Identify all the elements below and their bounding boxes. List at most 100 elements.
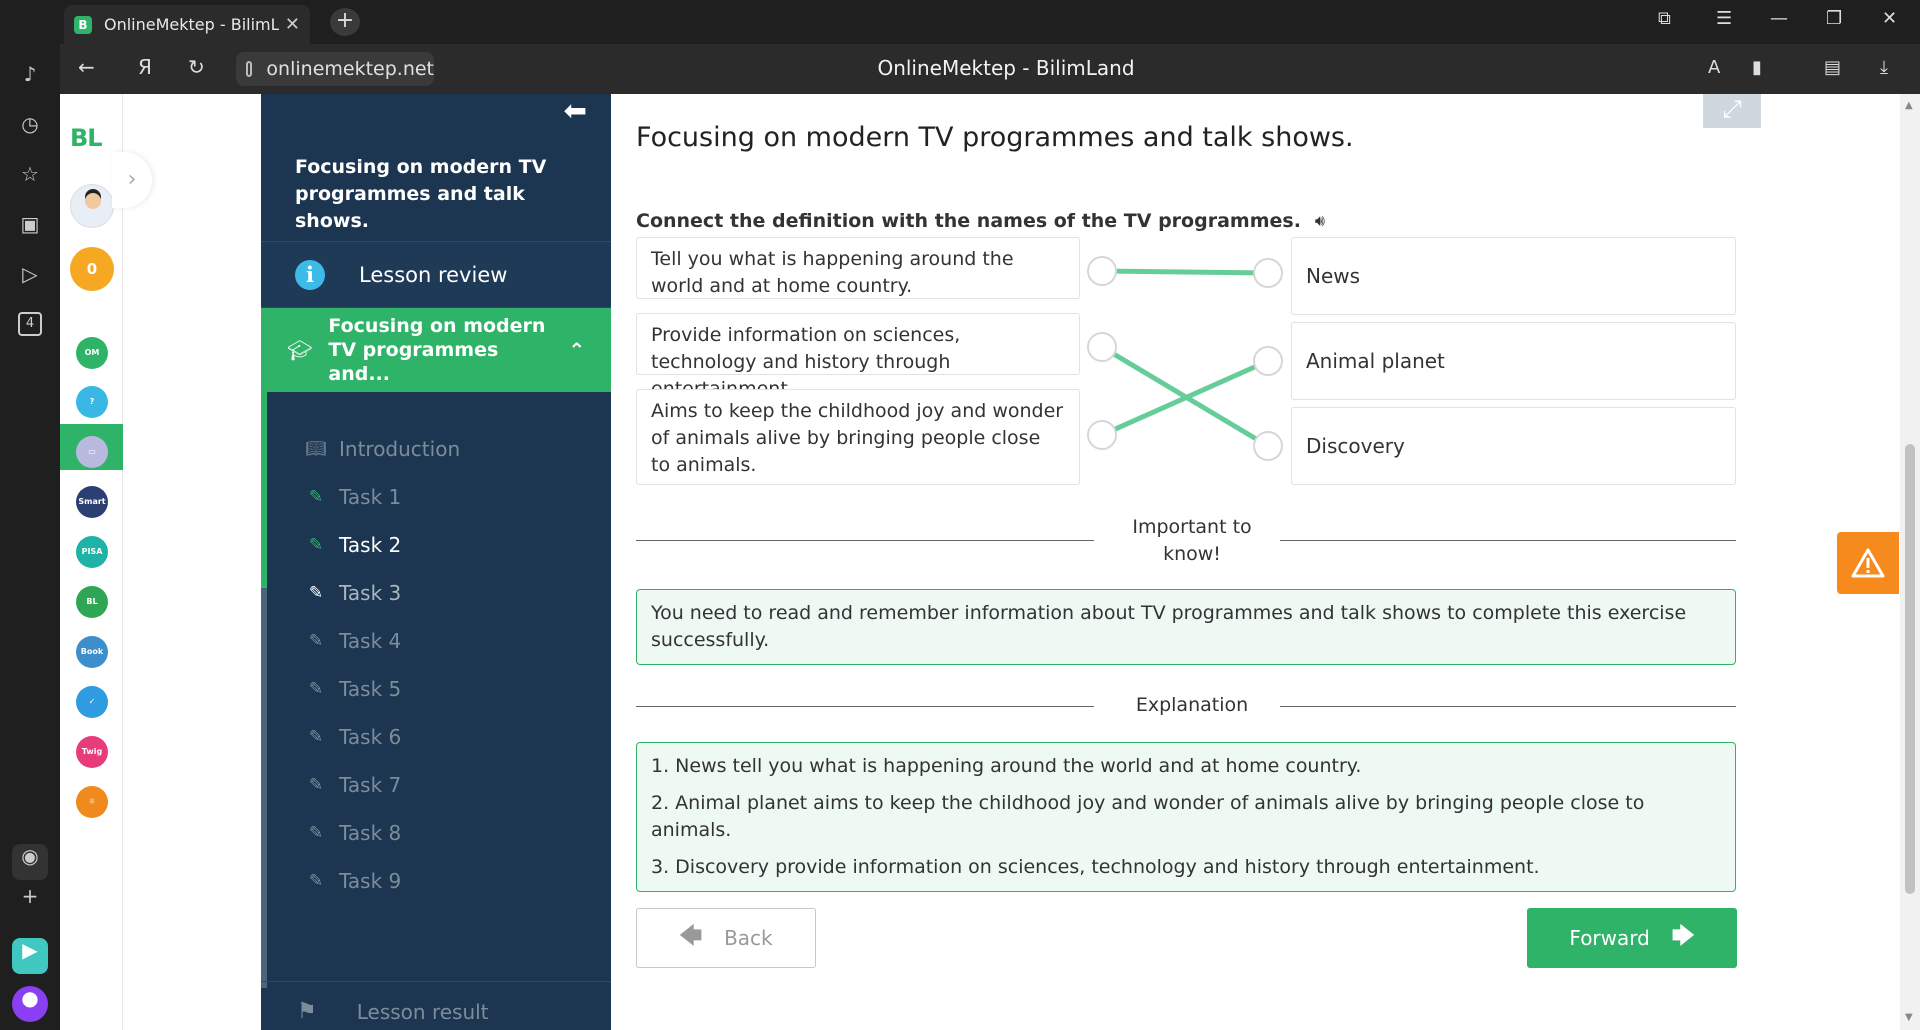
media-icon[interactable]: ▷: [18, 262, 42, 286]
right-connector-3[interactable]: [1253, 431, 1283, 461]
edit-icon: ✎: [308, 823, 324, 843]
collections-sidebar-icon[interactable]: ▣: [18, 212, 42, 236]
bilimbook-app-icon[interactable]: Book: [76, 636, 108, 668]
edit-icon: ✎: [308, 487, 324, 507]
mektep-app-icon[interactable]: ☼: [76, 786, 108, 818]
lesson-item-introduction[interactable]: 📖︎ Introduction: [305, 434, 460, 464]
lesson-item-task-3[interactable]: ✎ Task 3: [305, 578, 401, 608]
scroll-up-icon[interactable]: ▲: [1905, 100, 1913, 111]
close-window-icon[interactable]: ✕: [1882, 8, 1897, 29]
collections-icon[interactable]: ⧉: [1658, 8, 1671, 29]
lesson-item-label: Introduction: [339, 437, 461, 461]
scrollbar-thumb[interactable]: [1905, 444, 1915, 894]
tab-menu-icon[interactable]: ☰: [1716, 8, 1732, 29]
divider-line: [1280, 706, 1736, 707]
right-connector-1[interactable]: [1253, 258, 1283, 288]
favorites-icon[interactable]: ☆: [18, 162, 42, 186]
divider-line: [636, 706, 1094, 707]
explanation-line: 1. News tell you what is happening aroun…: [651, 755, 1362, 777]
reading-list-icon[interactable]: ▤: [1824, 57, 1841, 78]
match-line-3: [1099, 358, 1271, 438]
add-panel-icon[interactable]: +: [18, 884, 42, 908]
lesson-item-task-5[interactable]: ✎ Task 5: [305, 674, 401, 704]
bilimland-app-icon[interactable]: BL: [76, 586, 108, 618]
browser-tab[interactable]: B OnlineMektep - BilimLand ✕: [64, 5, 310, 44]
definition-card-3[interactable]: Aims to keep the childhood joy and wonde…: [636, 389, 1080, 485]
smart-nation-app-icon[interactable]: Smart: [76, 486, 108, 518]
edit-icon: ✎: [308, 727, 324, 747]
lesson-result-item[interactable]: ⚑ Lesson result: [261, 981, 611, 1030]
twig-app-icon[interactable]: Twig: [76, 736, 108, 768]
right-connector-2[interactable]: [1253, 346, 1283, 376]
important-box: You need to read and remember informatio…: [636, 589, 1736, 665]
bookmark-icon[interactable]: ▮: [1752, 57, 1762, 78]
left-connector-1[interactable]: [1087, 256, 1117, 286]
new-tab-button[interactable]: +: [330, 8, 360, 36]
lesson-item-task-4[interactable]: ✎ Task 4: [305, 626, 401, 656]
bilimland-logo[interactable]: BL: [70, 124, 103, 152]
definition-card-1[interactable]: Tell you what is happening around the wo…: [636, 237, 1080, 299]
messenger-icon[interactable]: ▶: [12, 938, 48, 974]
collapse-panel-arrow-icon[interactable]: ⬅: [564, 94, 587, 127]
avatar[interactable]: [70, 184, 114, 228]
speaker-icon[interactable]: 🔊︎: [1315, 211, 1325, 231]
lesson-item-label: Task 4: [339, 629, 402, 653]
slides-app-icon[interactable]: ▭: [76, 436, 108, 468]
coins-badge[interactable]: 0: [70, 247, 114, 291]
lesson-item-task-8[interactable]: ✎ Task 8: [305, 818, 401, 848]
forward-label: Forward: [1569, 926, 1650, 950]
history-icon[interactable]: ◷: [18, 112, 42, 136]
lesson-item-label: Task 1: [339, 485, 402, 509]
alice-assistant-icon[interactable]: ●: [12, 986, 48, 1022]
help-app-icon[interactable]: ?: [76, 386, 108, 418]
lesson-item-task-6[interactable]: ✎ Task 6: [305, 722, 401, 752]
tab-favicon-icon: B: [74, 15, 92, 34]
divider-line: [1280, 540, 1736, 541]
download-icon[interactable]: ⤓: [1880, 57, 1888, 78]
lesson-review-item[interactable]: i Lesson review: [261, 241, 611, 308]
important-label: Important to know!: [1132, 516, 1252, 565]
lesson-item-task-7[interactable]: ✎ Task 7: [305, 770, 401, 800]
lesson-item-task-2[interactable]: ✎ Task 2: [305, 530, 401, 560]
tv-name-card-1[interactable]: News: [1291, 237, 1736, 315]
info-icon: i: [295, 259, 325, 290]
tv-name-card-3[interactable]: Discovery: [1291, 407, 1736, 485]
scroll-down-icon[interactable]: ▼: [1905, 1012, 1913, 1023]
forward-button[interactable]: Forward 🡆: [1527, 908, 1737, 968]
alice-widget-icon[interactable]: ◉: [12, 844, 48, 880]
lesson-item-label: Task 5: [339, 677, 402, 701]
lesson-item-task-9[interactable]: ✎ Task 9: [305, 866, 401, 896]
close-tab-icon[interactable]: ✕: [285, 14, 300, 35]
match-line-1: [1099, 268, 1271, 276]
explanation-box: 1. News tell you what is happening aroun…: [636, 742, 1736, 892]
pisa-app-icon[interactable]: PISA: [76, 536, 108, 568]
maximize-icon[interactable]: ❐: [1826, 8, 1842, 29]
tv-name-card-2[interactable]: Animal planet: [1291, 322, 1736, 400]
page-scrollbar[interactable]: ▲ ▼: [1900, 94, 1920, 1030]
lesson-item-label: Task 3: [339, 581, 402, 605]
sidebar-expand-chevron-icon[interactable]: ›: [112, 152, 152, 208]
back-button[interactable]: 🡄 Back: [636, 908, 816, 968]
report-problem-button[interactable]: [1837, 532, 1899, 594]
active-section[interactable]: 🎓︎ Focusing on modern TV programmes and.…: [267, 308, 611, 392]
active-section-label: Focusing on modern TV programmes and...: [328, 315, 546, 385]
translate-icon[interactable]: A: [1708, 57, 1720, 78]
left-connector-3[interactable]: [1087, 420, 1117, 450]
notifications-icon[interactable]: ♪: [18, 62, 42, 86]
minimize-icon[interactable]: —: [1770, 8, 1788, 29]
fullscreen-icon[interactable]: ⤢: [1703, 94, 1761, 128]
flag-icon: ⚑: [297, 999, 317, 1024]
divider-line: [636, 540, 1094, 541]
tabs-count-badge[interactable]: 4: [18, 312, 42, 336]
chevron-up-icon[interactable]: ⌃: [568, 338, 585, 362]
lesson-item-task-1[interactable]: ✎ Task 1: [305, 482, 401, 512]
browser-page-title: OnlineMektep - BilimLand: [877, 56, 1135, 80]
left-connector-2[interactable]: [1087, 332, 1117, 362]
graduation-cap-icon: 🎓︎: [287, 338, 313, 362]
edit-icon: ✎: [308, 583, 324, 603]
itest-app-icon[interactable]: ✓: [76, 686, 108, 718]
onlinemektep-app-icon[interactable]: OM: [76, 337, 108, 369]
definition-card-2[interactable]: Provide information on sciences, technol…: [636, 313, 1080, 400]
warning-icon: [1851, 548, 1885, 578]
lesson-item-label: Task 7: [339, 773, 402, 797]
